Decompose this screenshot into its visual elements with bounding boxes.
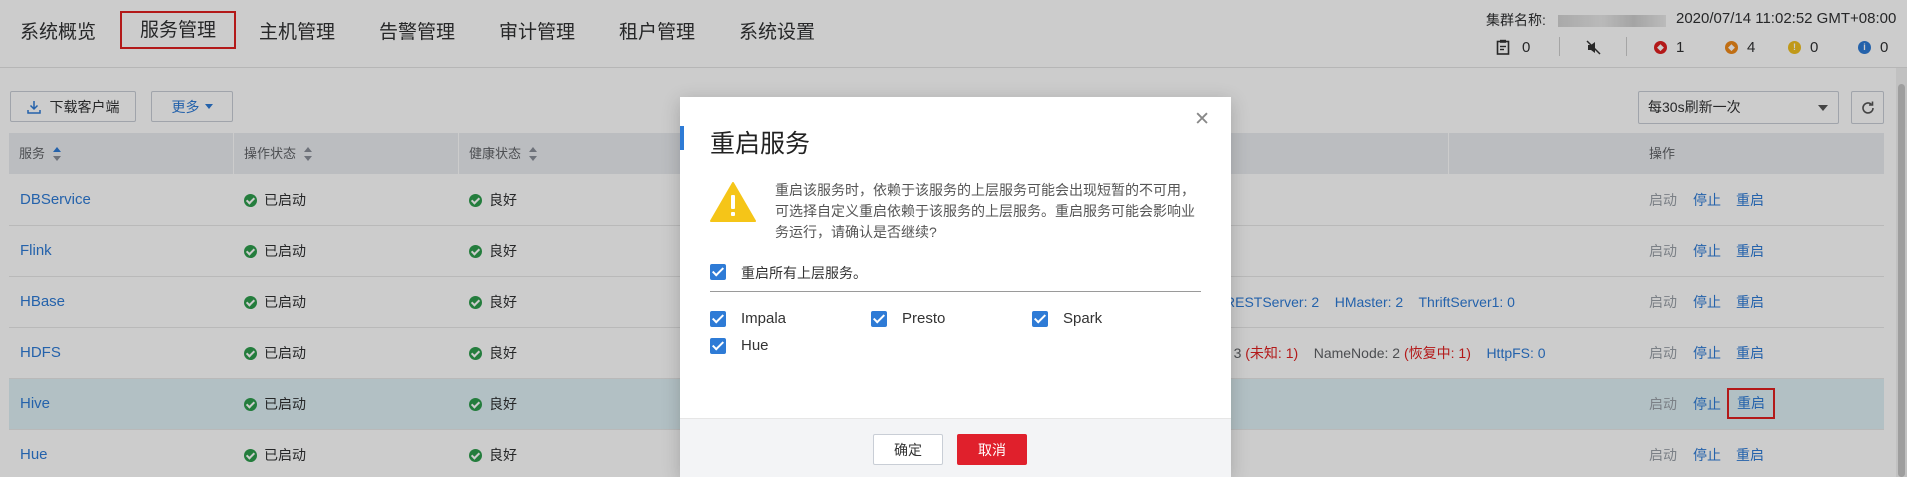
dialog-footer: 确定 取消 [680, 418, 1231, 477]
service-checkbox-spark[interactable] [1032, 311, 1048, 327]
restart-all-label: 重启所有上层服务。 [741, 265, 867, 281]
service-checkbox-hue[interactable] [710, 338, 726, 354]
close-icon[interactable]: ✕ [1194, 108, 1210, 131]
divider [710, 291, 1201, 292]
service-label-spark: Spark [1063, 310, 1103, 327]
restart-service-dialog: 重启服务 ✕ 重启该服务时，依赖于该服务的上层服务可能会出现短暂的不可用，可选择… [680, 97, 1231, 477]
service-label-hue: Hue [741, 337, 769, 354]
restart-all-checkbox[interactable] [710, 264, 726, 280]
dialog-title: 重启服务 [710, 130, 811, 158]
confirm-button[interactable]: 确定 [873, 434, 943, 465]
service-checkbox-impala[interactable] [710, 311, 726, 327]
title-accent-bar [680, 126, 684, 150]
warning-icon [710, 182, 756, 222]
service-checkbox-presto[interactable] [871, 311, 887, 327]
service-label-impala: Impala [741, 310, 787, 327]
cancel-button[interactable]: 取消 [957, 434, 1027, 465]
dialog-message: 重启该服务时，依赖于该服务的上层服务可能会出现短暂的不可用，可选择自定义重启依赖… [775, 182, 1195, 240]
service-label-presto: Presto [902, 310, 946, 327]
